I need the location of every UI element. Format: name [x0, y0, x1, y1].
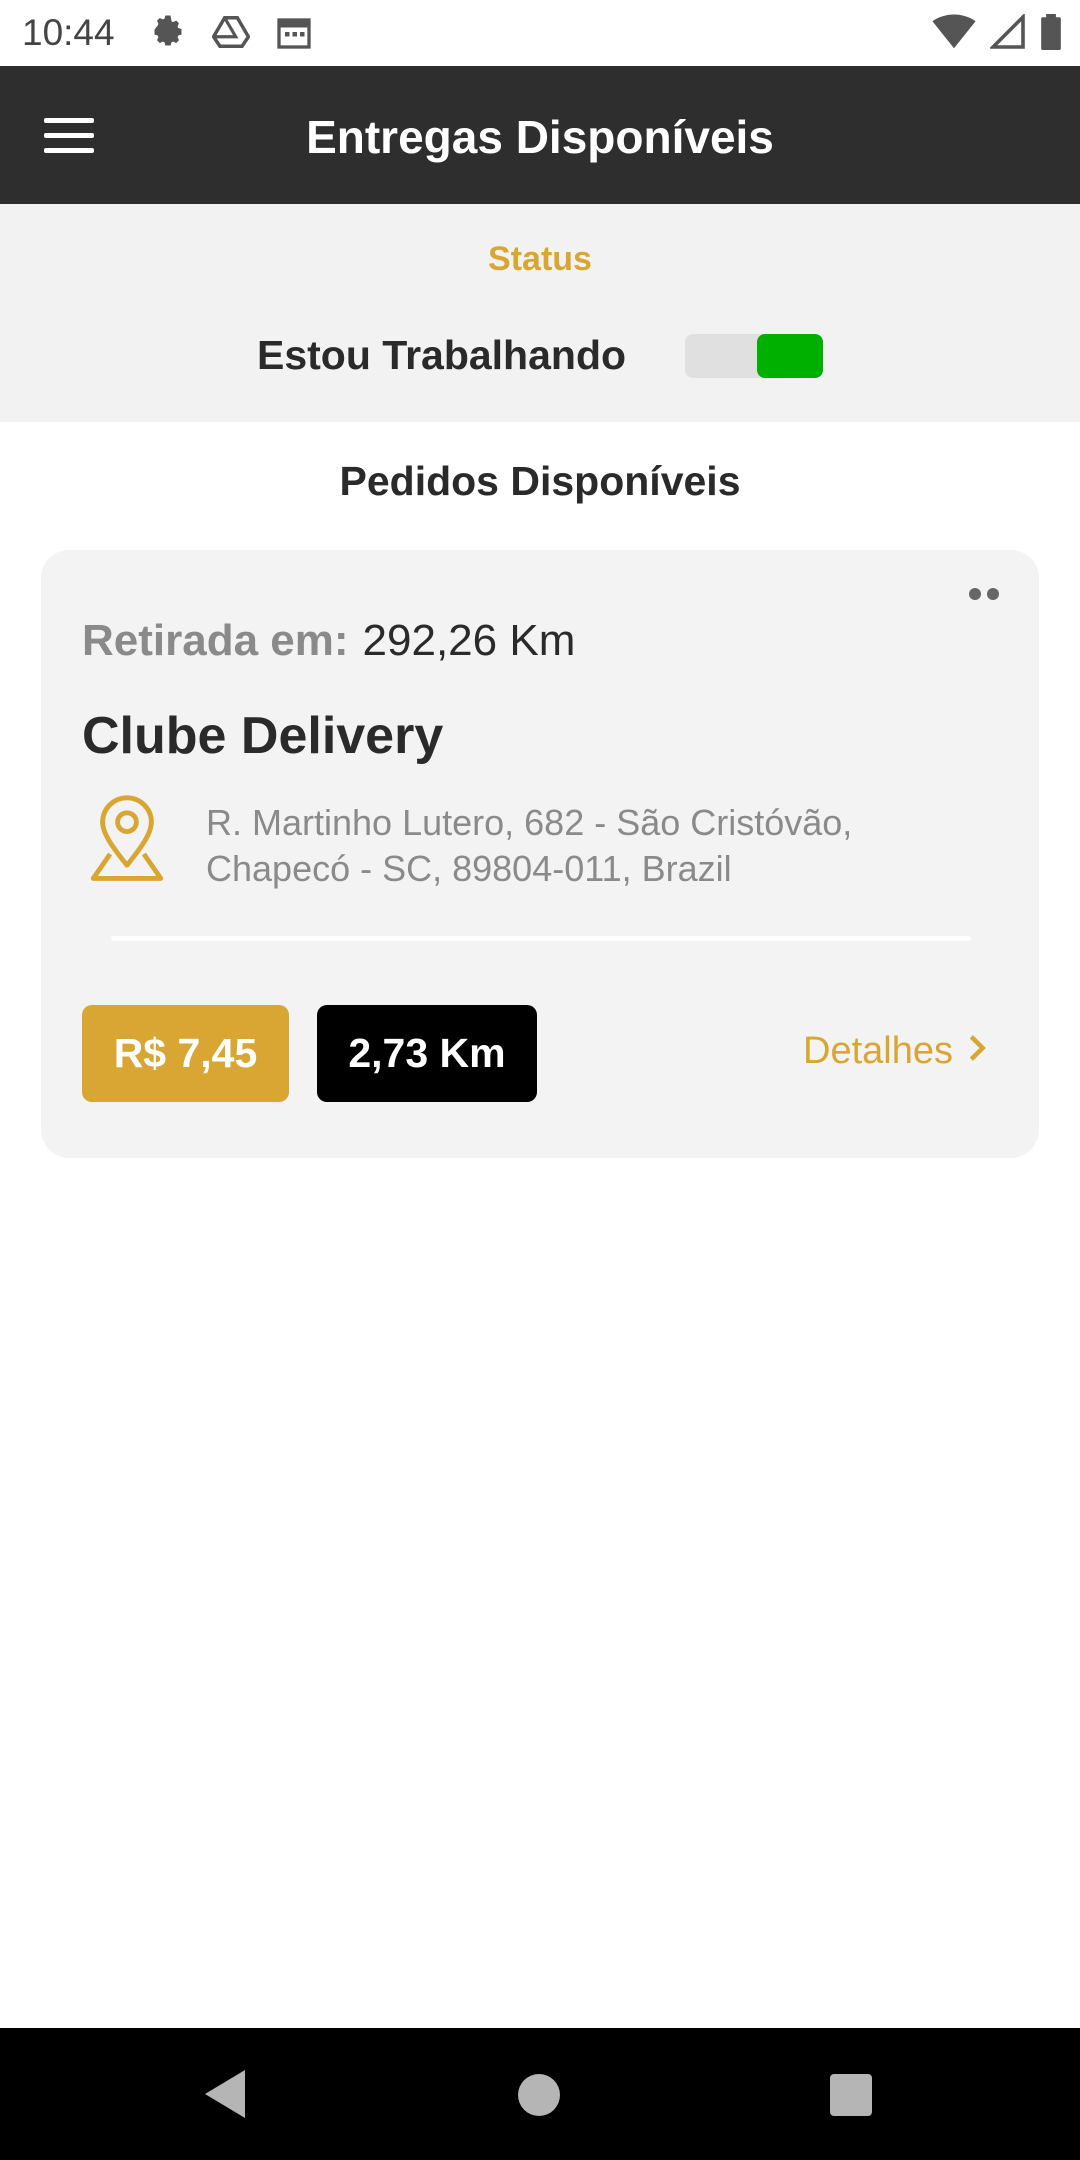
- status-time: 10:44: [22, 12, 115, 53]
- pickup-label: Retirada em:: [82, 616, 349, 665]
- recent-apps-icon[interactable]: [830, 2074, 872, 2116]
- location-pin-icon: [82, 794, 172, 884]
- battery-icon: [1040, 14, 1062, 55]
- status-section: Status Estou Trabalhando: [0, 204, 1080, 422]
- working-toggle[interactable]: [685, 334, 823, 378]
- back-icon[interactable]: [205, 2070, 247, 2123]
- card-divider: [111, 936, 971, 941]
- drive-icon: [211, 14, 251, 55]
- dot-icon: [987, 588, 999, 600]
- page-title: Entregas Disponíveis: [306, 111, 774, 163]
- status-bar: 10:44: [0, 0, 1080, 66]
- system-nav-bar: [0, 2028, 1080, 2160]
- calendar-icon: [276, 14, 312, 55]
- status-right-icons: [932, 12, 1062, 55]
- orders-title: Pedidos Disponíveis: [339, 458, 741, 504]
- pickup-distance: 292,26 Km: [362, 616, 576, 665]
- app-bar: Entregas Disponíveis: [0, 66, 1080, 204]
- details-button[interactable]: Detalhes: [803, 1030, 987, 1073]
- status-title: Status: [488, 240, 592, 278]
- wifi-icon: [932, 14, 976, 55]
- more-options-button[interactable]: [969, 588, 999, 600]
- chevron-right-icon: [967, 1030, 987, 1073]
- price-badge: R$ 7,45: [82, 1005, 289, 1102]
- signal-icon: [988, 12, 1026, 55]
- details-label: Detalhes: [803, 1030, 953, 1072]
- status-left-icons: [150, 14, 312, 55]
- working-label: Estou Trabalhando: [257, 332, 627, 378]
- toggle-knob: [757, 334, 823, 378]
- store-name: Clube Delivery: [82, 707, 444, 765]
- dot-icon: [969, 588, 981, 600]
- gear-icon: [150, 14, 186, 55]
- home-icon[interactable]: [518, 2074, 560, 2116]
- pickup-info: Retirada em: 292,26 Km: [82, 616, 575, 666]
- distance-badge: 2,73 Km: [317, 1005, 537, 1102]
- order-card: Retirada em: 292,26 Km Clube Delivery R. …: [41, 550, 1039, 1158]
- store-address: R. Martinho Lutero, 682 - São Cristóvão,…: [206, 802, 853, 889]
